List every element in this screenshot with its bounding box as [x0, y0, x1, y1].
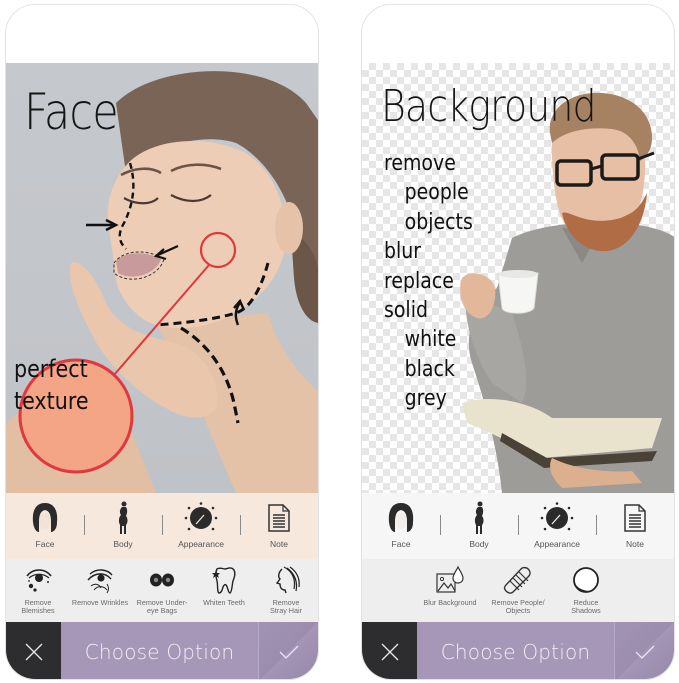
status-area	[6, 5, 318, 63]
tool-bar: Remove Blemishes Remove Wrinkles Remove …	[6, 559, 318, 622]
category-label: Note	[626, 539, 644, 549]
feature-item: people	[404, 180, 469, 206]
choose-option-button[interactable]: Choose Option	[417, 622, 614, 679]
blemish-eye-icon	[22, 565, 54, 595]
tool-remove-wrinkles[interactable]: Remove Wrinkles	[69, 559, 131, 607]
annotation-label: perfect texture	[14, 353, 89, 417]
category-bar: Face Body Appearance Note	[362, 493, 674, 559]
category-face[interactable]: Face	[362, 493, 440, 559]
status-area	[362, 5, 674, 63]
feature-list: remove people objects blur replace solid…	[384, 149, 487, 414]
close-icon	[25, 643, 42, 660]
tool-label: Blur Background	[423, 598, 477, 607]
tool-whiten-teeth[interactable]: Whiten Teeth	[193, 559, 255, 607]
feature-item: solid	[384, 298, 428, 324]
category-face[interactable]: Face	[6, 493, 84, 559]
cancel-button[interactable]	[362, 622, 417, 679]
feature-item: replace	[384, 268, 454, 294]
headline: Background	[381, 81, 597, 132]
cup-shape	[497, 272, 539, 314]
background-photo: Background remove people objects blur re…	[362, 63, 674, 493]
tool-remove-blemishes[interactable]: Remove Blemishes	[7, 559, 69, 615]
feature-item: objects	[404, 209, 473, 235]
feature-item: black	[404, 356, 455, 382]
hair-icon	[270, 565, 302, 595]
blur-background-icon	[434, 565, 466, 595]
category-body[interactable]: Body	[84, 493, 162, 559]
tool-bar: Blur Background Remove People/ Objects R…	[362, 559, 674, 622]
category-note[interactable]: Note	[240, 493, 318, 559]
note-icon	[262, 501, 296, 535]
tool-remove-stray-hair[interactable]: Remove Stray Hair	[255, 559, 317, 615]
category-label: Note	[270, 539, 288, 549]
category-label: Appearance	[534, 539, 580, 549]
wrinkle-eye-icon	[84, 565, 116, 595]
feature-item: blur	[384, 239, 422, 265]
appearance-dial-icon	[540, 501, 574, 535]
face-icon	[384, 501, 418, 535]
shadow-sphere-icon	[570, 565, 602, 595]
category-label: Body	[469, 539, 489, 549]
cup-rim-shape	[498, 270, 538, 278]
tooth-icon	[208, 565, 240, 595]
annotation-line: perfect	[14, 355, 88, 383]
tool-label: Remove Wrinkles	[71, 598, 129, 607]
tool-label: Remove Under- eye Bags	[136, 598, 188, 615]
annotation-line: texture	[14, 387, 89, 415]
action-bar: Choose Option	[6, 622, 318, 679]
check-icon	[635, 645, 654, 659]
face-screen: Face perfect texture Face Body Appearanc…	[5, 4, 319, 680]
category-label: Face	[391, 539, 411, 549]
appearance-dial-icon	[184, 501, 218, 535]
feature-item: grey	[404, 386, 447, 412]
action-bar: Choose Option	[362, 622, 674, 679]
category-appearance[interactable]: Appearance	[162, 493, 240, 559]
tool-remove-under-eye-bags[interactable]: Remove Under- eye Bags	[131, 559, 193, 615]
confirm-button[interactable]	[614, 622, 674, 679]
feature-item: remove	[384, 151, 456, 176]
category-note[interactable]: Note	[596, 493, 674, 559]
check-icon	[279, 645, 298, 659]
tool-label: Remove Blemishes	[21, 598, 55, 615]
tool-reduce-shadows[interactable]: Reduce Shadows	[552, 559, 620, 615]
category-bar: Face Body Appearance Note	[6, 493, 318, 559]
note-icon	[618, 501, 652, 535]
feature-item: white	[404, 327, 457, 353]
tool-blur-background[interactable]: Blur Background	[416, 559, 484, 607]
cancel-button[interactable]	[6, 622, 61, 679]
arrow-icon	[86, 218, 119, 232]
eraser-icon	[502, 565, 534, 595]
tool-label: Reduce Shadows	[571, 598, 601, 615]
category-body[interactable]: Body	[440, 493, 518, 559]
background-screen: Background remove people objects blur re…	[361, 4, 675, 680]
category-appearance[interactable]: Appearance	[518, 493, 596, 559]
tool-label: Whiten Teeth	[203, 598, 245, 607]
eye-bags-icon	[146, 565, 178, 595]
confirm-button[interactable]	[258, 622, 318, 679]
tool-remove-people-objects[interactable]: Remove People/ Objects	[484, 559, 552, 615]
face-icon	[28, 501, 62, 535]
tool-label: Remove Stray Hair	[270, 598, 302, 615]
ear-shape	[275, 202, 303, 254]
body-icon	[462, 501, 496, 535]
headline: Face	[24, 83, 119, 141]
category-label: Appearance	[178, 539, 224, 549]
close-icon	[381, 643, 398, 660]
tool-label: Remove People/ Objects	[491, 598, 545, 615]
choose-option-button[interactable]: Choose Option	[61, 622, 258, 679]
category-label: Body	[113, 539, 133, 549]
body-icon	[106, 501, 140, 535]
face-photo: Face perfect texture	[6, 63, 318, 493]
category-label: Face	[35, 539, 55, 549]
